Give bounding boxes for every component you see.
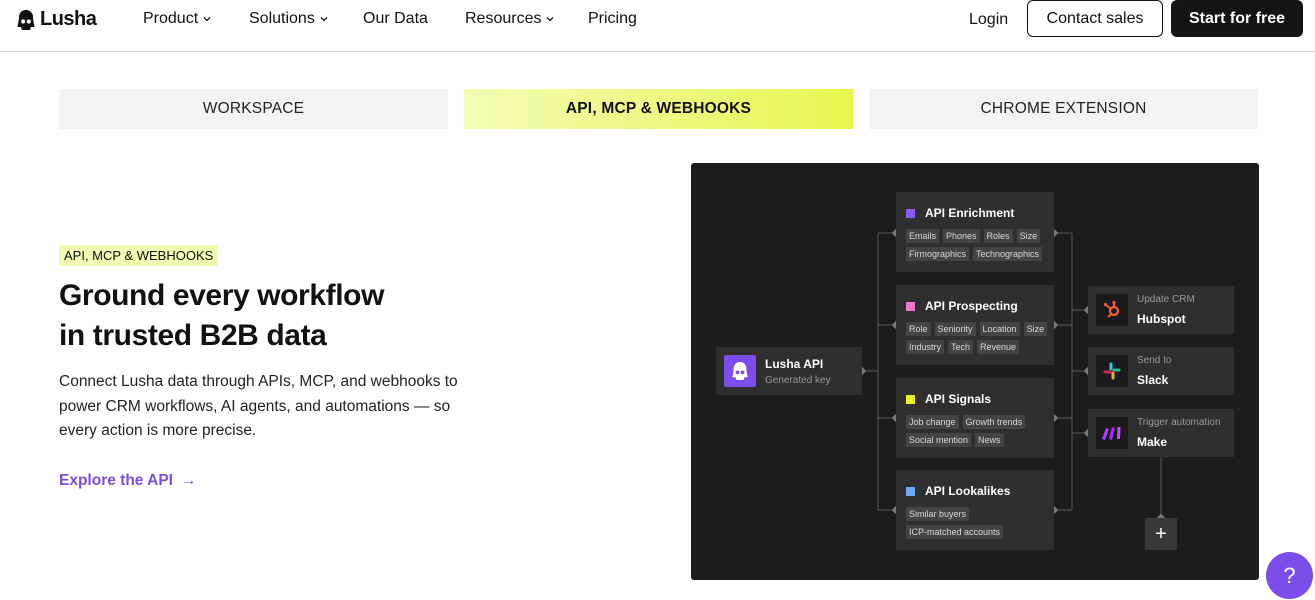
tag: Role [906, 322, 931, 336]
tag: Roles [983, 229, 1013, 243]
tag-list: Emails Phones Roles Size Firmographics T… [906, 229, 1051, 261]
node-subtitle: Trigger automation [1137, 417, 1221, 428]
tag-list: Role Seniority Location Size Industry Te… [906, 322, 1051, 354]
tag: Tech [948, 340, 974, 354]
explore-api-label: Explore the API [59, 472, 173, 489]
square-icon [906, 208, 915, 218]
hero-description: Connect Lusha data through APIs, MCP, an… [59, 373, 458, 439]
page-title: Ground every workflow in trusted B2B dat… [59, 276, 479, 356]
nav-item-our-data[interactable]: Our Data [363, 10, 428, 28]
node-title: Slack [1137, 373, 1169, 387]
square-icon [906, 301, 915, 311]
nav-item-label: Resources [465, 10, 542, 27]
tab-chrome-extension[interactable]: CHROME EXTENSION [869, 89, 1258, 129]
node-title: API Lookalikes [925, 484, 1011, 498]
explore-api-link[interactable]: Explore the API → [59, 472, 196, 490]
api-diagram: Lusha API Generated key API Enrichment E… [691, 163, 1259, 580]
login-link[interactable]: Login [969, 11, 1008, 29]
nav-item-pricing[interactable]: Pricing [588, 10, 637, 28]
chevron-down-icon [320, 17, 328, 22]
tag: Technographics [973, 247, 1043, 261]
start-for-free-button[interactable]: Start for free [1171, 0, 1303, 37]
tab-api-mcp-webhooks[interactable]: API, MCP & WEBHOOKS [464, 89, 853, 129]
tag: Size [1016, 229, 1041, 243]
tag-list: Similar buyers ICP-matched accounts [906, 507, 1016, 539]
headline-line-1: Ground every workflow [59, 279, 384, 312]
tag: Job change [906, 415, 959, 429]
node-subtitle: Send to [1137, 355, 1172, 366]
section-badge: API, MCP & WEBHOOKS [59, 245, 219, 266]
chevron-down-icon [547, 17, 554, 22]
node-title: Hubspot [1137, 312, 1186, 326]
node-title: Make [1137, 435, 1168, 449]
tab-workspace[interactable]: WORKSPACE [59, 89, 448, 129]
tag: Emails [906, 229, 940, 243]
help-button[interactable]: ? [1266, 552, 1313, 599]
square-icon [906, 486, 915, 496]
slack-node: Send to Slack [1088, 347, 1234, 395]
tag: Location [979, 322, 1020, 336]
tag: Industry [906, 340, 945, 354]
lusha-logo-icon [17, 9, 35, 30]
node-title: API Prospecting [925, 299, 1018, 313]
lusha-logo-icon [724, 355, 756, 387]
square-icon [906, 394, 915, 404]
contact-sales-button[interactable]: Contact sales [1027, 0, 1163, 37]
tag-list: Job change Growth trends Social mention … [906, 415, 1051, 447]
nav-item-solutions[interactable]: Solutions [249, 10, 328, 28]
tag: Revenue [977, 340, 1020, 354]
add-destination-button[interactable]: + [1145, 518, 1177, 550]
tag: Size [1023, 322, 1048, 336]
chevron-down-icon [203, 17, 211, 22]
lusha-logo[interactable]: Lusha [16, 8, 97, 31]
node-title: API Enrichment [925, 206, 1015, 220]
top-navigation: Lusha Product Solutions Our Data Resourc… [0, 0, 1315, 52]
tag: Similar buyers [906, 507, 970, 521]
tag: News [975, 433, 1004, 447]
node-title: API Signals [925, 392, 992, 406]
node-title: Lusha API [765, 357, 824, 371]
nav-item-label: Solutions [249, 10, 315, 27]
tag: ICP-matched accounts [906, 525, 1004, 539]
tag: Social mention [906, 433, 972, 447]
api-signals-node: API Signals Job change Growth trends Soc… [896, 378, 1054, 458]
hubspot-icon [1096, 294, 1128, 326]
slack-icon [1096, 355, 1128, 387]
api-lookalikes-node: API Lookalikes Similar buyers ICP-matche… [896, 470, 1054, 550]
tag: Phones [943, 229, 980, 243]
tag: Firmographics [906, 247, 970, 261]
make-node: Trigger automation Make [1088, 409, 1234, 457]
tag: Seniority [934, 322, 976, 336]
nav-item-resources[interactable]: Resources [465, 10, 554, 28]
make-icon [1096, 417, 1128, 449]
headline-line-2: in trusted B2B data [59, 319, 327, 352]
nav-item-label: Product [143, 10, 199, 27]
nav-item-label: Pricing [588, 10, 637, 27]
node-subtitle: Update CRM [1137, 294, 1195, 305]
api-enrichment-node: API Enrichment Emails Phones Roles Size … [896, 192, 1054, 272]
hubspot-node: Update CRM Hubspot [1088, 286, 1234, 334]
logo-text: Lusha [40, 8, 97, 30]
arrow-right-icon: → [180, 472, 197, 489]
node-subtitle: Generated key [765, 375, 831, 386]
api-prospecting-node: API Prospecting Role Seniority Location … [896, 285, 1054, 365]
nav-item-product[interactable]: Product [143, 10, 211, 28]
lusha-api-node: Lusha API Generated key [716, 347, 862, 395]
tag: Growth trends [962, 415, 1026, 429]
nav-item-label: Our Data [363, 10, 428, 27]
